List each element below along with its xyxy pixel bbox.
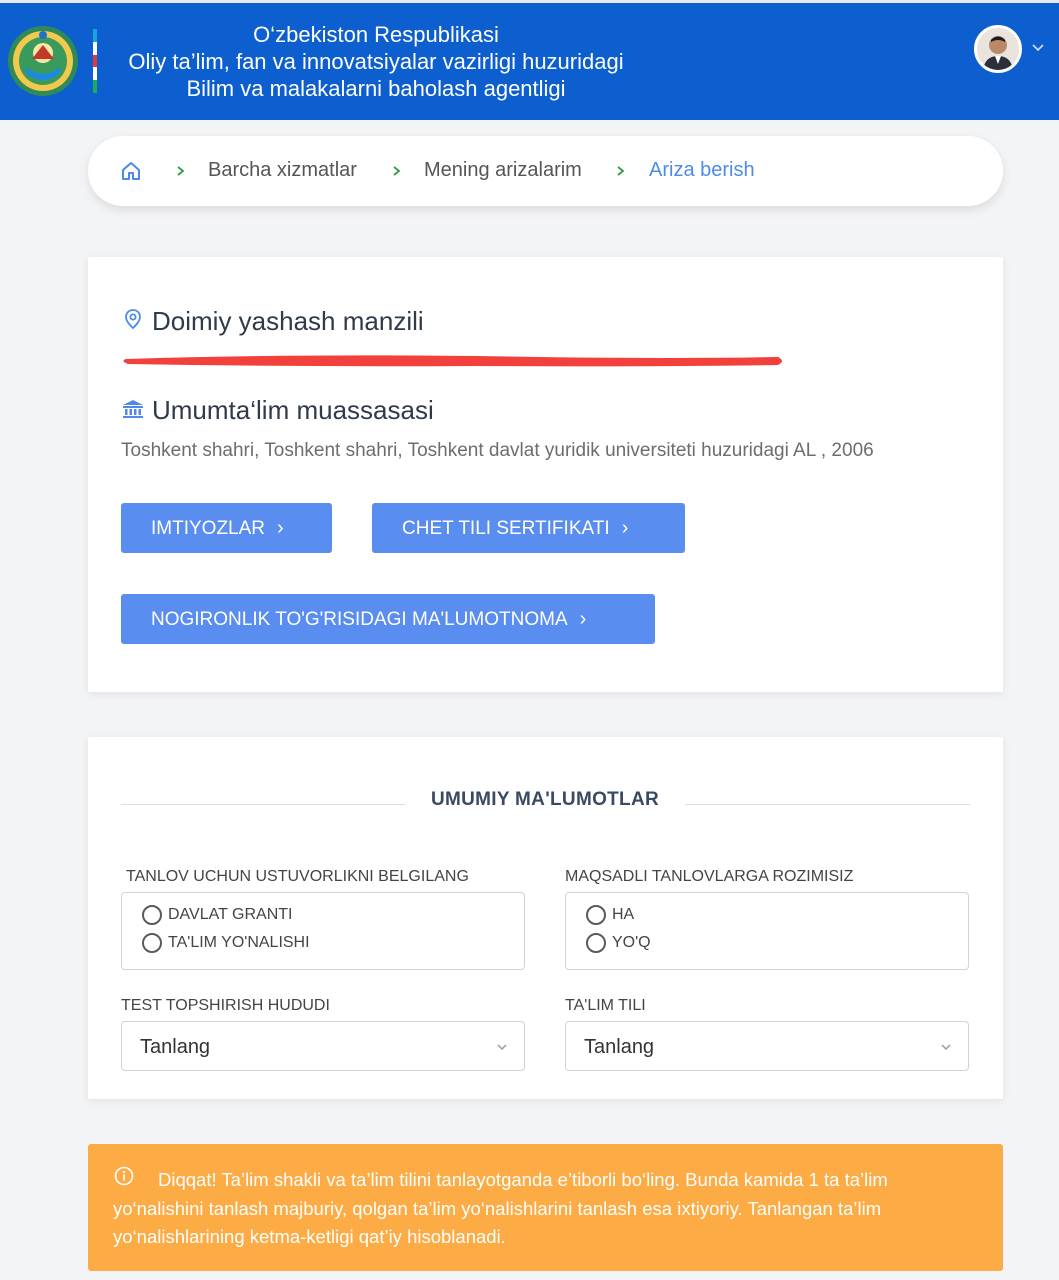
breadcrumb-all-services[interactable]: Barcha xizmatlar [208, 159, 357, 182]
radio-circle[interactable] [586, 933, 606, 953]
priority-radio-group: DAVLAT GRANTI TA'LIM YO'NALISHI [121, 892, 525, 970]
user-photo-icon [977, 28, 1019, 70]
user-avatar[interactable] [974, 25, 1022, 73]
test-region-value: Tanlang [140, 1036, 211, 1058]
alert-text: Diqqat! Ta’lim shakli va ta’lim tilini t… [113, 1169, 888, 1247]
agency-title-line-1: O‘zbekiston Respublikasi [253, 22, 499, 47]
breadcrumb-submit-application[interactable]: Ariza berish [649, 159, 755, 182]
agency-title: O‘zbekiston Respublikasi Oliy ta’lim, fa… [106, 21, 646, 102]
chevron-right-icon [617, 166, 625, 176]
top-header: O‘zbekiston Respublikasi Oliy ta’lim, fa… [0, 0, 1059, 120]
education-language-select[interactable]: Tanlang [565, 1021, 969, 1071]
targeted-label: MAQSADLI TANLOVLARGA ROZIMISIZ [565, 868, 854, 885]
school-title: Umumta‘lim muassasasi [152, 395, 434, 425]
chevron-down-icon[interactable] [1030, 39, 1046, 55]
home-icon[interactable] [120, 160, 142, 182]
institution-icon [123, 400, 143, 418]
agency-title-line-3: Bilim va malakalarni baholash agentligi [186, 76, 566, 101]
agency-title-line-2: Oliy ta’lim, fan va innovatsiyalar vazir… [128, 49, 624, 74]
chevron-right-icon [177, 166, 185, 176]
chevron-right-icon: › [277, 517, 284, 539]
general-info-card: UMUMIY MA'LUMOTLAR TANLOV UCHUN USTUVORL… [88, 737, 1003, 1099]
language-certificate-button[interactable]: CHET TILI SERTIFIKATI › [372, 503, 685, 553]
redaction-mark [123, 355, 782, 367]
disability-certificate-button-label: NOGIRONLIK TO'G'RISIDAGI MA'LUMOTNOMA [151, 609, 568, 630]
breadcrumb-my-applications[interactable]: Mening arizalarim [424, 159, 582, 182]
radio-state-grant-label: DAVLAT GRANTI [168, 906, 293, 923]
radio-education-direction-label: TA'LIM YO'NALISHI [168, 934, 310, 951]
radio-education-direction[interactable]: TA'LIM YO'NALISHI [142, 931, 310, 955]
address-card: Doimiy yashash manzili Umumta‘lim muassa… [88, 257, 1003, 692]
radio-circle[interactable] [142, 905, 162, 925]
radio-state-grant[interactable]: DAVLAT GRANTI [142, 903, 292, 927]
state-emblem-icon [8, 26, 78, 96]
divider [121, 804, 406, 805]
radio-no-label: YO'Q [612, 934, 651, 951]
privileges-button[interactable]: IMTIYOZLAR › [121, 503, 332, 553]
general-info-heading: UMUMIY MA'LUMOTLAR [430, 789, 660, 810]
priority-label: TANLOV UCHUN USTUVORLIKNI BELGILANG [126, 868, 469, 885]
chevron-down-icon [497, 1044, 507, 1051]
residence-title: Doimiy yashash manzili [152, 306, 424, 336]
language-certificate-button-label: CHET TILI SERTIFIKATI [402, 518, 610, 539]
targeted-radio-group: HA YO'Q [565, 892, 969, 970]
radio-yes-label: HA [612, 906, 635, 923]
test-region-label: TEST TOPSHIRISH HUDUDI [121, 997, 330, 1014]
education-language-label: TA'LIM TILI [565, 997, 646, 1014]
location-pin-icon [125, 309, 141, 330]
flag-stripe [93, 29, 97, 93]
school-value: Toshkent shahri, Toshkent shahri, Toshke… [121, 440, 874, 461]
chevron-right-icon: › [579, 608, 587, 630]
warning-alert: Diqqat! Ta’lim shakli va ta’lim tilini t… [88, 1144, 1003, 1271]
privileges-button-label: IMTIYOZLAR [151, 518, 266, 539]
chevron-right-icon: › [621, 517, 629, 539]
divider [685, 804, 970, 805]
radio-no[interactable]: YO'Q [586, 931, 651, 955]
disability-certificate-button[interactable]: NOGIRONLIK TO'G'RISIDAGI MA'LUMOTNOMA › [121, 594, 655, 644]
education-language-value: Tanlang [584, 1036, 655, 1058]
chevron-down-icon [941, 1044, 951, 1051]
radio-circle[interactable] [142, 933, 162, 953]
breadcrumb: Barcha xizmatlar Mening arizalarim Ariza… [88, 136, 1003, 206]
chevron-right-icon [393, 166, 401, 176]
test-region-select[interactable]: Tanlang [121, 1021, 525, 1071]
radio-yes[interactable]: HA [586, 903, 634, 927]
radio-circle[interactable] [586, 905, 606, 925]
